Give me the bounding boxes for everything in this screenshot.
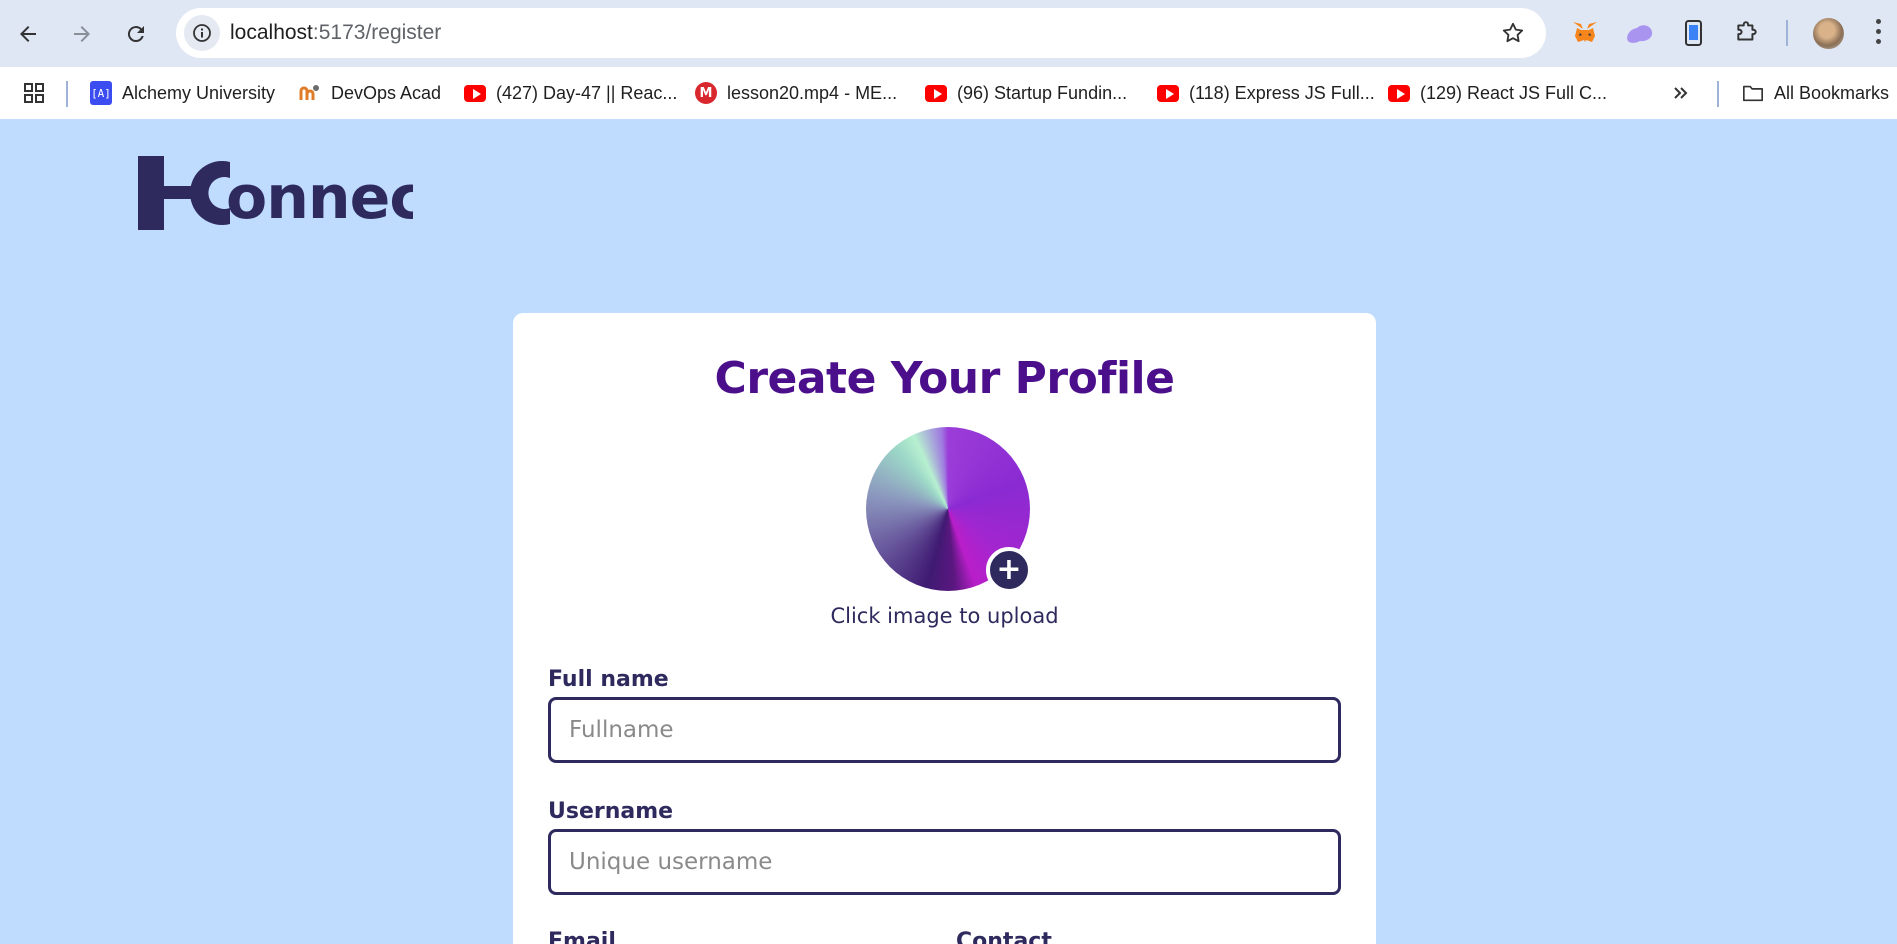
metamask-fox-icon[interactable] <box>1568 16 1602 50</box>
mega-icon: M <box>695 82 717 104</box>
svg-text:onnect: onnect <box>226 163 413 230</box>
bookmarks-bar: [A] Alchemy University DevOps Acad (427)… <box>0 67 1897 119</box>
youtube-icon <box>1388 82 1410 104</box>
profile-avatar[interactable] <box>1813 18 1844 49</box>
purple-cloud-icon[interactable] <box>1622 16 1656 50</box>
bookmark-label: (118) Express JS Full... <box>1189 82 1375 103</box>
apps-grid-icon[interactable] <box>22 78 46 108</box>
browser-toolbar: localhost:5173/register <box>0 0 1897 67</box>
youtube-icon <box>925 82 947 104</box>
url-host: localhost <box>230 21 313 44</box>
username-label: Username <box>548 799 674 824</box>
alchemy-icon: [A] <box>90 81 112 105</box>
bookmark-item[interactable]: (96) Startup Fundin... <box>925 78 1127 108</box>
bookmark-item[interactable]: DevOps Acad <box>299 78 441 108</box>
reload-icon <box>127 26 144 43</box>
address-bar[interactable]: localhost:5173/register <box>176 8 1546 58</box>
bookmark-label: (129) React JS Full C... <box>1420 82 1608 103</box>
profile-image-upload[interactable]: + <box>866 427 1032 593</box>
bookmark-label: (96) Startup Fundin... <box>957 82 1128 103</box>
all-bookmarks-folder[interactable]: All Bookmarks <box>1742 78 1889 108</box>
youtube-icon <box>464 82 486 104</box>
site-info-icon[interactable] <box>184 15 220 51</box>
bookmarks-divider <box>1717 81 1719 107</box>
youtube-icon <box>1157 82 1179 104</box>
browser-menu-icon[interactable] <box>1876 19 1882 47</box>
contact-label: Contact <box>956 929 1052 944</box>
page-title: Create Your Profile <box>714 353 1175 404</box>
bookmark-label: DevOps Acad <box>331 82 442 103</box>
bookmark-label: lesson20.mp4 - ME... <box>727 82 898 103</box>
arrow-right-icon <box>74 26 90 42</box>
bookmark-item[interactable]: M lesson20.mp4 - ME... <box>695 78 897 108</box>
bookmark-label: (427) Day-47 || Reac... <box>496 82 678 103</box>
bookmark-item[interactable]: (118) Express JS Full... <box>1157 78 1375 108</box>
fullname-label: Full name <box>548 667 669 692</box>
reload-button[interactable] <box>116 14 156 54</box>
username-input[interactable] <box>548 829 1341 895</box>
bookmark-label: Alchemy University <box>122 82 276 103</box>
bookmarks-divider <box>66 81 68 107</box>
more-bookmarks-chevron-icon[interactable] <box>1671 78 1691 108</box>
folder-icon <box>1742 82 1764 104</box>
devops-icon <box>299 82 321 104</box>
url-path: :5173/register <box>312 21 442 44</box>
fullname-input[interactable] <box>548 697 1341 763</box>
upload-hint: Click image to upload <box>830 604 1059 628</box>
arrow-left-icon <box>20 26 36 42</box>
url-text[interactable]: localhost:5173/register <box>230 21 441 45</box>
bookmark-item[interactable]: (427) Day-47 || Reac... <box>464 78 677 108</box>
konnect-logo[interactable]: onnect <box>138 156 453 233</box>
bookmark-item[interactable]: [A] Alchemy University <box>90 78 275 108</box>
toolbar-divider <box>1786 20 1788 46</box>
all-bookmarks-label: All Bookmarks <box>1774 82 1890 103</box>
email-label: Email <box>548 929 616 944</box>
bookmark-item[interactable]: (129) React JS Full C... <box>1388 78 1607 108</box>
add-photo-plus-icon[interactable]: + <box>986 547 1032 593</box>
register-card: Create Your Profile + Click image to upl… <box>513 313 1376 944</box>
back-button[interactable] <box>8 14 48 54</box>
forward-button[interactable] <box>62 14 102 54</box>
puzzle-extensions-icon[interactable] <box>1730 16 1764 50</box>
phone-extension-icon[interactable] <box>1676 16 1710 50</box>
bookmark-star-icon[interactable] <box>1500 20 1526 51</box>
browser-chrome: localhost:5173/register [A] Alchemy Univ… <box>0 0 1897 119</box>
